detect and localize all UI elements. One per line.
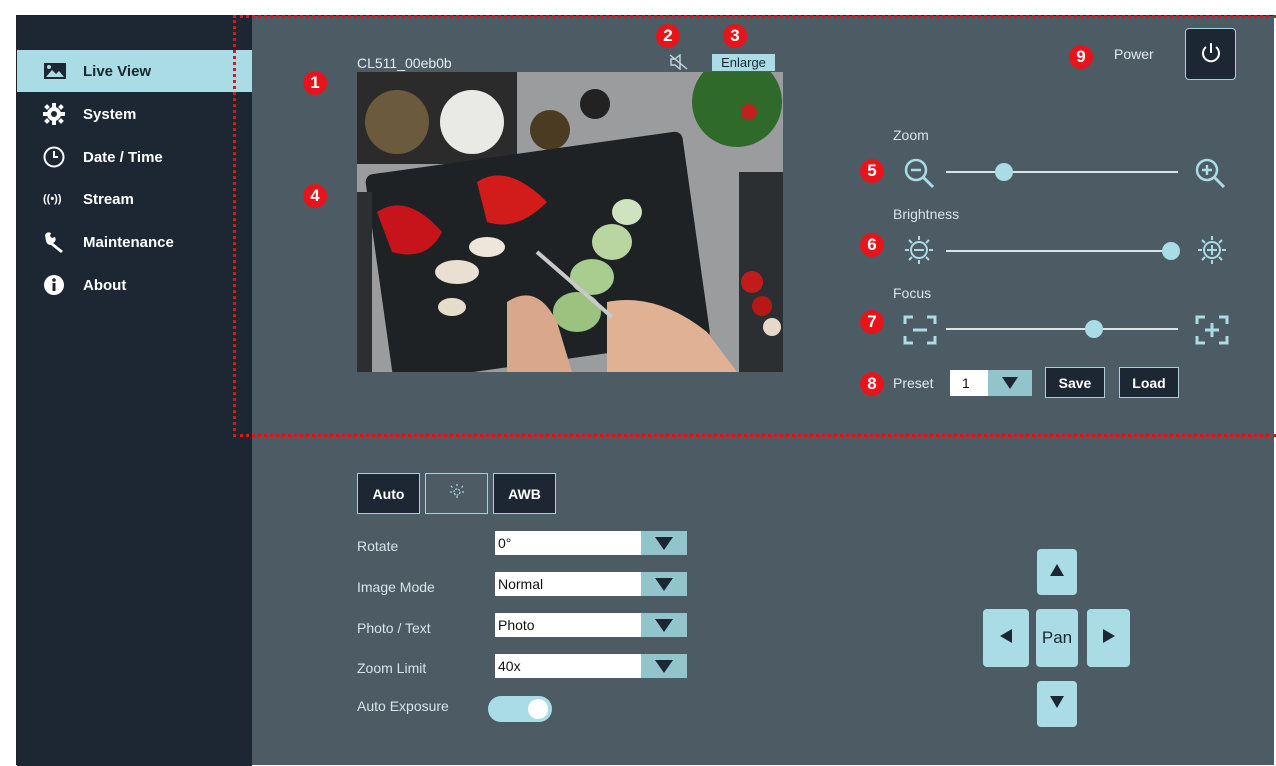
sidebar-item-label: Live View: [83, 62, 152, 80]
sidebar-item-label: Stream: [83, 190, 134, 208]
zoom-slider-knob[interactable]: [995, 163, 1013, 181]
pan-center-button[interactable]: Pan: [1036, 609, 1078, 667]
focus-slider-track[interactable]: [946, 328, 1178, 330]
clock-icon: [43, 146, 77, 168]
marker-8: 8: [860, 372, 884, 396]
live-video-feed[interactable]: [357, 72, 783, 372]
focus-label: Focus: [893, 285, 932, 301]
photo-text-value: Photo: [498, 617, 535, 633]
sidebar-item-stream[interactable]: ((•)) Stream: [17, 178, 252, 220]
info-icon: [43, 274, 77, 296]
sidebar-item-label: Maintenance: [83, 233, 174, 251]
preset-label: Preset: [893, 375, 934, 391]
power-icon: [1199, 41, 1223, 68]
brightness-label: Brightness: [893, 206, 960, 222]
preset-value: 1: [962, 375, 970, 391]
marker-7: 7: [860, 310, 884, 334]
zoom-slider-track[interactable]: [946, 171, 1178, 173]
power-label: Power: [1114, 46, 1154, 62]
enlarge-button[interactable]: Enlarge: [712, 54, 775, 71]
chevron-down-icon: [641, 572, 687, 596]
preset-load-button[interactable]: Load: [1119, 367, 1179, 398]
auto-exposure-toggle[interactable]: [488, 696, 552, 722]
marker-5: 5: [860, 159, 884, 183]
zoom-limit-value: 40x: [498, 658, 521, 674]
sidebar-item-label: About: [83, 276, 127, 294]
rotate-select[interactable]: 0°: [495, 531, 687, 555]
sidebar-item-date-time[interactable]: Date / Time: [17, 136, 252, 178]
power-button[interactable]: [1185, 28, 1236, 80]
tab-auto[interactable]: Auto: [357, 473, 420, 514]
photo-text-select[interactable]: Photo: [495, 613, 687, 637]
pan-up-button[interactable]: [1037, 549, 1077, 595]
photo-text-label: Photo / Text: [357, 620, 431, 636]
image-mode-value: Normal: [498, 576, 544, 592]
arrow-left-icon: [1000, 628, 1012, 648]
brightness-slider-track[interactable]: [946, 250, 1178, 252]
gear-icon: [43, 103, 77, 125]
sidebar-item-label: System: [83, 105, 137, 123]
marker-4: 4: [303, 184, 327, 208]
tab-light[interactable]: [425, 473, 488, 514]
preset-save-button[interactable]: Save: [1045, 367, 1105, 398]
pan-down-button[interactable]: [1037, 681, 1077, 727]
sidebar-item-label: Date / Time: [83, 148, 163, 166]
sidebar-item-live-view[interactable]: Live View: [17, 50, 252, 92]
marker-6: 6: [860, 233, 884, 257]
sidebar-item-about[interactable]: About: [17, 264, 252, 306]
marker-2: 2: [656, 24, 680, 48]
arrow-right-icon: [1102, 628, 1115, 648]
chevron-down-icon: [641, 531, 687, 555]
brightness-up-icon[interactable]: [1196, 234, 1228, 271]
marker-1: 1: [303, 71, 327, 95]
marker-9: 9: [1069, 45, 1093, 69]
sidebar-item-maintenance[interactable]: Maintenance: [17, 221, 252, 263]
rotate-label: Rotate: [357, 538, 399, 554]
camera-name: CL511_00eb0b: [357, 55, 452, 71]
video-frame-image: [357, 72, 783, 372]
focus-far-icon[interactable]: [1195, 314, 1229, 351]
lightbulb-icon: [448, 483, 466, 504]
image-icon: [43, 62, 77, 80]
broadcast-icon: ((•)): [43, 193, 62, 205]
zoom-limit-label: Zoom Limit: [357, 660, 427, 676]
chevron-down-icon: [641, 654, 687, 678]
sidebar-item-system[interactable]: System: [17, 93, 252, 135]
zoom-label: Zoom: [893, 127, 929, 143]
arrow-down-icon: [1050, 695, 1064, 713]
chevron-down-icon: [988, 370, 1032, 396]
image-mode-label: Image Mode: [357, 579, 435, 595]
tab-awb[interactable]: AWB: [493, 473, 556, 514]
marker-3: 3: [723, 24, 747, 48]
pan-left-button[interactable]: [983, 609, 1029, 667]
arrow-up-icon: [1050, 563, 1064, 581]
brightness-slider-knob[interactable]: [1162, 242, 1181, 260]
auto-exposure-label: Auto Exposure: [357, 698, 449, 714]
zoom-out-icon[interactable]: [903, 157, 939, 194]
chevron-down-icon: [641, 613, 687, 637]
wrench-icon: [43, 231, 77, 253]
preset-select[interactable]: 1: [950, 370, 1032, 396]
focus-near-icon[interactable]: [903, 314, 937, 351]
rotate-value: 0°: [498, 535, 512, 551]
image-mode-select[interactable]: Normal: [495, 572, 687, 596]
zoom-limit-select[interactable]: 40x: [495, 654, 687, 678]
pan-right-button[interactable]: [1087, 609, 1130, 667]
toggle-knob: [528, 699, 548, 719]
sidebar: Live View System Date / Time ((•)) Strea…: [17, 16, 252, 766]
zoom-in-icon[interactable]: [1194, 157, 1230, 194]
brightness-down-icon[interactable]: [903, 234, 935, 271]
